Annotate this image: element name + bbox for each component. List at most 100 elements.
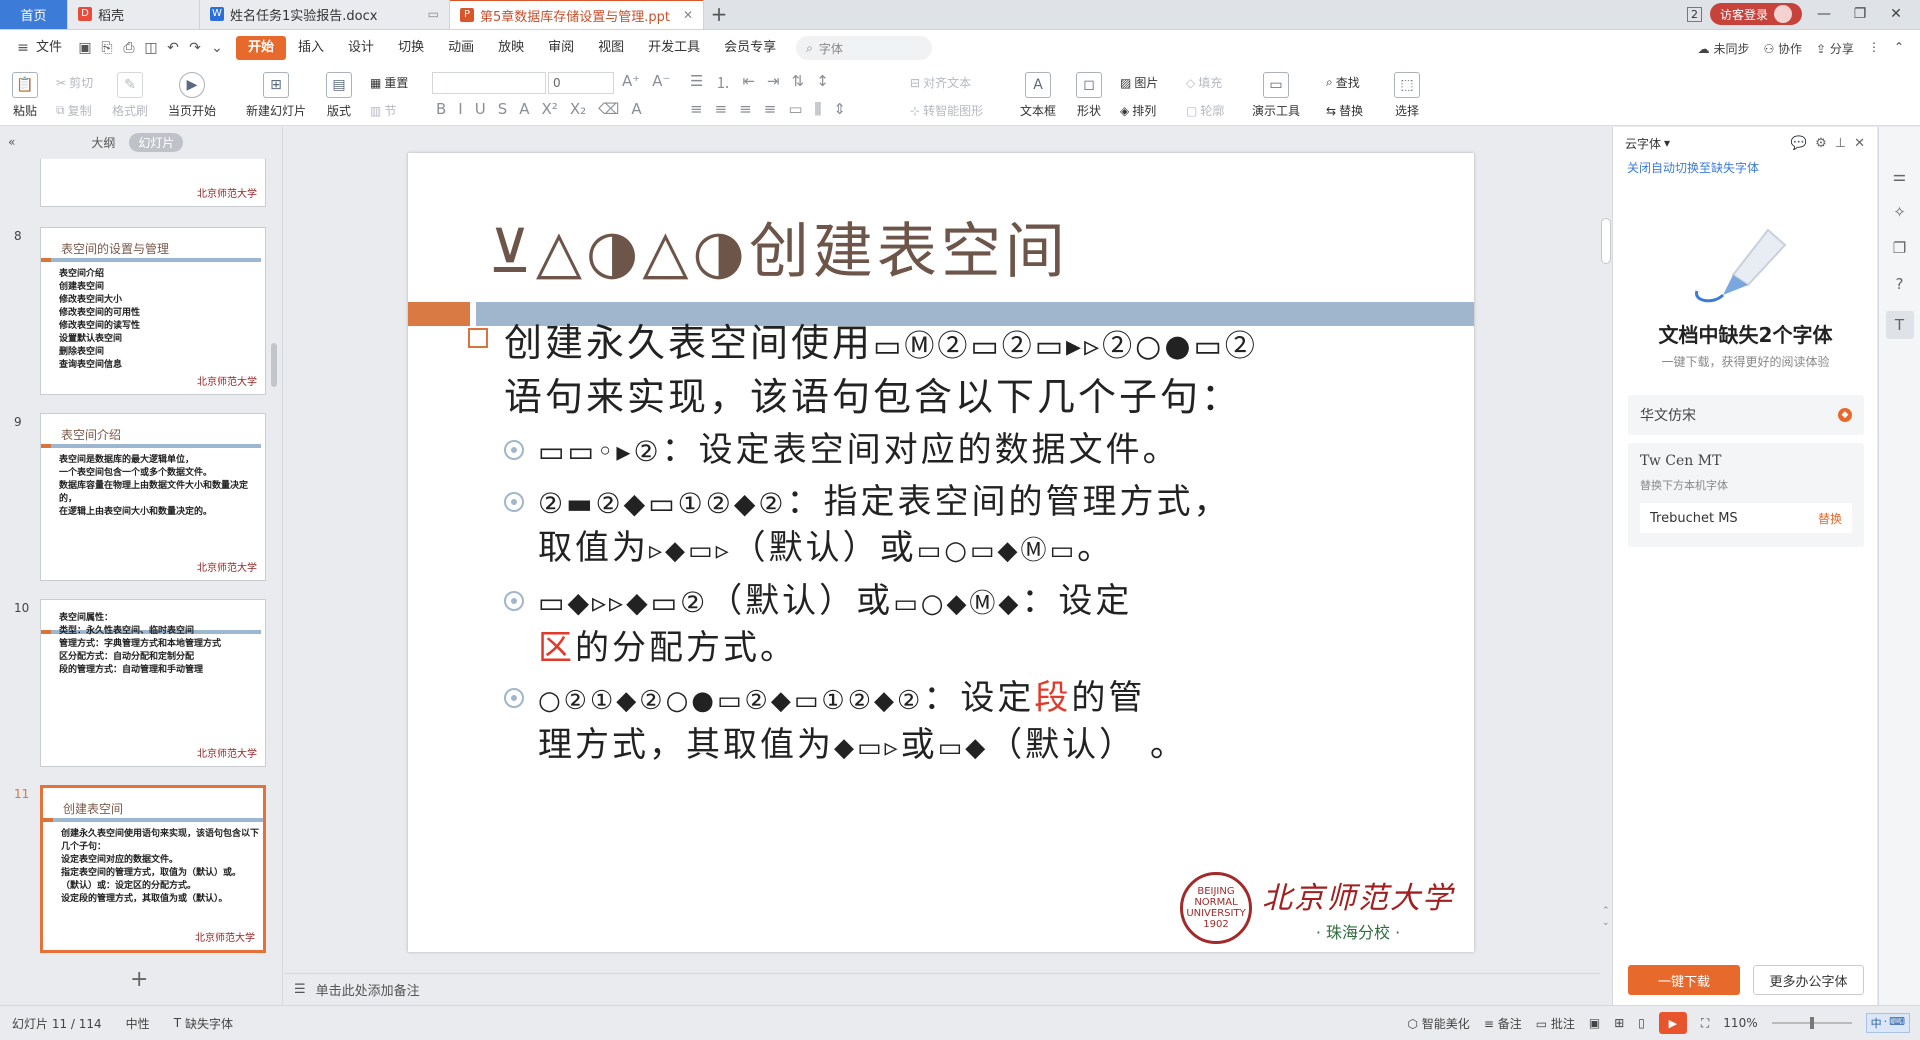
share-button[interactable]: ⇪ 分享 [1816, 40, 1854, 57]
slide-canvas[interactable]: ⊻△◑△◑创建表空间 创建永久表空间使用▭Ⓜ②▭②▭▸▹②○●▭② 语句来实现，… [408, 153, 1474, 952]
normal-view-icon[interactable]: ▣ [1589, 1016, 1600, 1030]
italic-icon[interactable]: I [458, 100, 462, 118]
menu-transition[interactable]: 切换 [386, 36, 436, 60]
more-icon[interactable]: ⋮ [1868, 40, 1880, 57]
window-count-badge[interactable]: 2 [1686, 6, 1702, 22]
menu-vip[interactable]: 会员专享 [712, 36, 788, 60]
menu-animation[interactable]: 动画 [436, 36, 486, 60]
editor-scrollbar[interactable] [1601, 218, 1611, 264]
select-button[interactable]: ⬚ 选择 [1394, 72, 1420, 119]
zoom-slider[interactable] [1771, 1017, 1852, 1029]
magic-icon[interactable]: ✧ [1893, 203, 1906, 221]
comments-button[interactable]: ▭ 批注 [1536, 1015, 1575, 1032]
line-spacing-icon[interactable]: ↕ [816, 72, 829, 93]
preview-icon[interactable]: ◫ [140, 38, 162, 58]
menu-review[interactable]: 审阅 [536, 36, 586, 60]
font-color-icon[interactable]: A [519, 100, 529, 118]
settings-icon[interactable]: ⚙ [1815, 136, 1827, 151]
collapse-ribbon-icon[interactable]: ⌃ [1894, 40, 1904, 57]
slide-body[interactable]: 创建永久表空间使用▭Ⓜ②▭②▭▸▹②○●▭② 语句来实现，该语句包含以下几个子句… [468, 318, 1428, 770]
replace-button[interactable]: ⇆ 替换 [1326, 102, 1363, 119]
tab-docer[interactable]: D 稻壳 [68, 0, 200, 29]
align-left-icon[interactable]: ≡ [690, 100, 703, 118]
strike-icon[interactable]: S [498, 100, 508, 118]
text-direction-icon[interactable]: ⇅ [792, 72, 805, 93]
slide-thumb-9[interactable]: 表空间介绍 表空间是数据库的最大逻辑单位， 一个表空间包含一个或多个数据文件。 … [40, 413, 266, 581]
tab-ppt[interactable]: P 第5章数据库存储设置与管理.ppt ✕ [450, 0, 704, 29]
chat-icon[interactable]: 💬 [1791, 136, 1807, 151]
new-tab-button[interactable]: + [704, 0, 734, 29]
notes-button[interactable]: ≡ 备注 [1484, 1015, 1522, 1032]
collab-button[interactable]: ⚇ 协作 [1763, 40, 1802, 57]
align-center-icon[interactable]: ≡ [715, 100, 728, 118]
restore-icon[interactable]: ❐ [1846, 6, 1874, 22]
grow-font-icon[interactable]: A⁺ [622, 72, 640, 90]
font-size-select[interactable]: 0 [548, 72, 614, 94]
close-icon[interactable]: ✕ [1882, 6, 1910, 22]
replace-link[interactable]: 替换 [1818, 510, 1842, 527]
search-input[interactable]: ⌕ 字体 [796, 36, 933, 60]
menu-slideshow[interactable]: 放映 [486, 36, 536, 60]
columns-icon[interactable]: ⫼ [815, 100, 822, 118]
more-chevron-icon[interactable]: ⌄ [206, 38, 228, 58]
slide-thumb-10[interactable]: 表空间属性： 类型：永久性表空间、临时表空间 管理方式：字典管理方式和本地管理方… [40, 599, 266, 767]
auto-switch-link[interactable]: 关闭自动切换至缺失字体 [1613, 159, 1877, 176]
hamburger-icon[interactable]: ≡ [12, 38, 34, 58]
reading-view-icon[interactable]: ▯ [1638, 1016, 1645, 1030]
new-slide-button[interactable]: ⊞ 新建幻灯片 [246, 72, 306, 119]
find-button[interactable]: ⌕ 查找 [1326, 74, 1360, 91]
menu-home[interactable]: 开始 [236, 36, 287, 60]
panel-title[interactable]: 云字体 [1625, 135, 1661, 152]
adjust-icon[interactable]: ⚌ [1893, 167, 1906, 185]
play-from-current-button[interactable]: ▶ 当页开始 [168, 72, 216, 119]
menu-file[interactable]: 文件 [34, 36, 74, 60]
clear-format-icon[interactable]: ⌫ [598, 100, 619, 118]
zoom-level[interactable]: 110% [1723, 1016, 1757, 1030]
font-name-select[interactable] [432, 72, 546, 94]
help-icon[interactable]: ? [1896, 275, 1904, 293]
collapse-panel-icon[interactable]: « [8, 135, 15, 149]
download-all-button[interactable]: 一键下载 [1628, 965, 1740, 995]
theme-name[interactable]: 中性 [114, 1015, 162, 1032]
more-fonts-button[interactable]: 更多办公字体 [1753, 965, 1864, 995]
fit-icon[interactable]: ⛶ [1701, 1016, 1709, 1031]
para-spacing-icon[interactable]: ⇕ [833, 100, 846, 118]
print-icon[interactable]: ⎙ [118, 38, 140, 58]
play-slideshow-button[interactable]: ▶ [1658, 1012, 1687, 1034]
save-icon[interactable]: ▣ [74, 38, 96, 58]
number-list-icon[interactable]: ⒈ [715, 72, 730, 93]
grid-view-icon[interactable]: ⊞ [1614, 1016, 1624, 1030]
layout-button[interactable]: ▤ 版式 [326, 72, 352, 119]
sync-button[interactable]: ☁ 未同步 [1698, 40, 1750, 57]
close-tab-icon[interactable]: ✕ [683, 8, 693, 22]
tab-outline[interactable]: 大纲 [91, 134, 115, 151]
superscript-icon[interactable]: X² [542, 100, 558, 118]
thumbnail-scrollbar[interactable] [271, 343, 277, 387]
tab-home[interactable]: 首页 [0, 0, 68, 29]
textbox-button[interactable]: A 文本框 [1020, 72, 1056, 119]
shrink-font-icon[interactable]: A⁻ [652, 72, 670, 90]
arrange-button[interactable]: ◈ 排列 [1120, 102, 1156, 119]
missing-font-button[interactable]: T 缺失字体 [162, 1015, 245, 1032]
close-icon[interactable]: ✕ [1854, 136, 1865, 151]
underline-icon[interactable]: U [475, 100, 486, 118]
reset-button[interactable]: ▦ 重置 [370, 74, 408, 91]
shape-button[interactable]: ◻ 形状 [1076, 72, 1102, 119]
subscript-icon[interactable]: X₂ [570, 100, 586, 118]
slide-thumb-8[interactable]: 表空间的设置与管理 表空间介绍 创建表空间 修改表空间大小 修改表空间的可用性 … [40, 227, 266, 395]
font-card-1[interactable]: 华文仿宋 ◆ [1628, 395, 1864, 435]
bold-icon[interactable]: B [436, 100, 446, 118]
menu-design[interactable]: 设计 [336, 36, 386, 60]
font-tool-icon[interactable]: T [1885, 311, 1914, 339]
justify-icon[interactable]: ≡ [764, 100, 777, 118]
paste-button[interactable]: 📋 粘贴 [12, 72, 38, 119]
download-badge-icon[interactable]: ◆ [1838, 408, 1852, 422]
export-icon[interactable]: ⎘ [96, 38, 118, 58]
redo-icon[interactable]: ↷ [184, 38, 206, 58]
menu-view[interactable]: 视图 [586, 36, 636, 60]
copy-button[interactable]: ⧉ 复制 [56, 102, 92, 119]
chevron-down-icon[interactable]: ▾ [1664, 136, 1670, 150]
slide-title[interactable]: ⊻△◑△◑创建表空间 [488, 203, 1069, 290]
slide-thumb-11[interactable]: 创建表空间 创建永久表空间使用语句来实现，该语句包含以下几个子句： 设定表空间对… [40, 785, 266, 953]
slides-icon[interactable]: ❐ [1893, 239, 1906, 257]
